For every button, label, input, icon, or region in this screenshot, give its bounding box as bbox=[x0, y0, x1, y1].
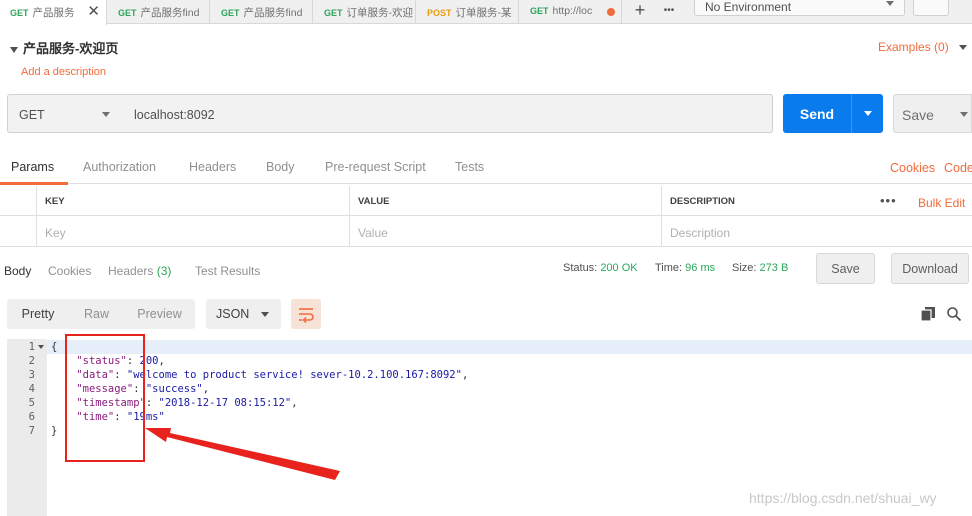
watermark: https://blog.csdn.net/shuai_wy bbox=[749, 490, 937, 506]
annotation-arrow bbox=[145, 428, 340, 480]
